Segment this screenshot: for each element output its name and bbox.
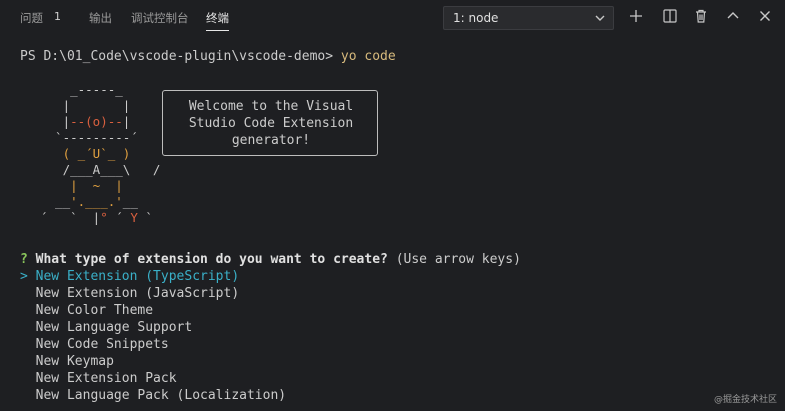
- welcome-box: Welcome to the Visual Studio Code Extens…: [162, 90, 378, 156]
- plus-icon[interactable]: [628, 8, 644, 24]
- prompt-command: yo code: [340, 49, 396, 64]
- problems-count-badge: 1: [54, 10, 61, 23]
- welcome-line-2: Studio Code Extension: [188, 116, 354, 131]
- welcome-line-1: Welcome to the Visual: [188, 99, 354, 114]
- choice-1[interactable]: New Extension (JavaScript): [20, 285, 240, 302]
- tab-debug-console[interactable]: 调试控制台: [131, 10, 189, 26]
- prompt-line: PS D:\01_Code\vscode-plugin\vscode-demo>…: [20, 48, 396, 65]
- choice-label: New Extension Pack: [35, 371, 177, 386]
- watermark: @掘金技术社区: [713, 395, 777, 405]
- question-text: What type of extension do you want to cr…: [35, 252, 388, 267]
- split-icon[interactable]: [662, 8, 678, 24]
- choice-label: New Language Pack (Localization): [35, 388, 287, 403]
- selection-pointer: >: [20, 269, 28, 284]
- choice-label: New Extension (JavaScript): [35, 286, 240, 301]
- close-icon[interactable]: [757, 8, 773, 24]
- choice-5[interactable]: New Keymap: [20, 353, 114, 370]
- choice-label: New Keymap: [35, 354, 114, 369]
- terminal-select[interactable]: 1: node: [443, 6, 614, 30]
- panel-header: 问题 1 输出 调试控制台 终端 1: node: [0, 0, 785, 34]
- choice-2[interactable]: New Color Theme: [20, 302, 153, 319]
- question-hint: (Use arrow keys): [395, 252, 521, 267]
- choice-label: New Color Theme: [35, 303, 154, 318]
- chevron-down-icon: [595, 15, 605, 21]
- tab-terminal[interactable]: 终端: [206, 10, 229, 26]
- terminal-output[interactable]: PS D:\01_Code\vscode-plugin\vscode-demo>…: [0, 34, 785, 411]
- chevron-up-icon[interactable]: [725, 8, 741, 24]
- welcome-message: Welcome to the Visual Studio Code Extens…: [163, 98, 379, 149]
- choice-7[interactable]: New Language Pack (Localization): [20, 387, 286, 404]
- choice-label: New Language Support: [35, 320, 193, 335]
- choice-0[interactable]: > New Extension (TypeScript): [20, 268, 239, 285]
- welcome-line-3: generator!: [231, 133, 311, 148]
- question-line: ? What type of extension do you want to …: [20, 251, 521, 268]
- tab-output[interactable]: 输出: [89, 10, 112, 26]
- tab-problems[interactable]: 问题: [20, 10, 43, 26]
- active-tab-indicator: [206, 30, 229, 31]
- terminal-select-value: 1: node: [453, 11, 499, 25]
- prompt-path: PS D:\01_Code\vscode-plugin\vscode-demo>: [20, 49, 341, 64]
- trash-icon[interactable]: [693, 8, 709, 24]
- choice-6[interactable]: New Extension Pack: [20, 370, 177, 387]
- choice-4[interactable]: New Code Snippets: [20, 336, 169, 353]
- choice-3[interactable]: New Language Support: [20, 319, 193, 336]
- choice-label: New Extension (TypeScript): [35, 269, 240, 284]
- choice-label: New Code Snippets: [35, 337, 169, 352]
- question-mark: ?: [20, 252, 28, 267]
